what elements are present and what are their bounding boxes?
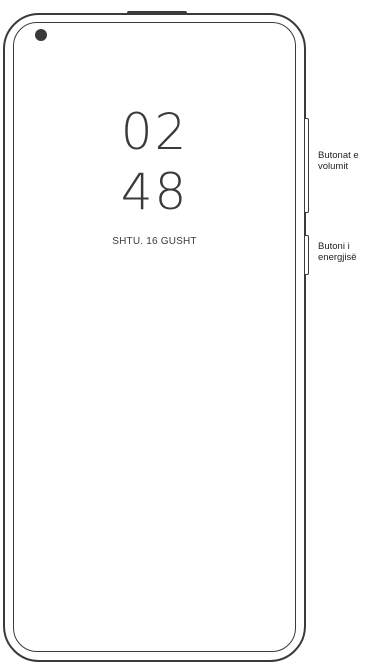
phone-diagram: 02 48 SHTU. 16 GUSHT Butonat e volumit B… [0, 0, 375, 667]
earpiece-slot [127, 11, 187, 15]
clock-minutes: 48 [120, 163, 189, 221]
clock-hours: 02 [120, 103, 189, 161]
power-button-label: Butoni i energjisë [318, 241, 357, 263]
front-camera-icon [35, 29, 47, 41]
power-button [305, 235, 309, 275]
lockscreen-date: SHTU. 16 GUSHT [112, 236, 197, 247]
volume-buttons-label: Butonat e volumit [318, 150, 359, 172]
volume-buttons [305, 118, 309, 213]
